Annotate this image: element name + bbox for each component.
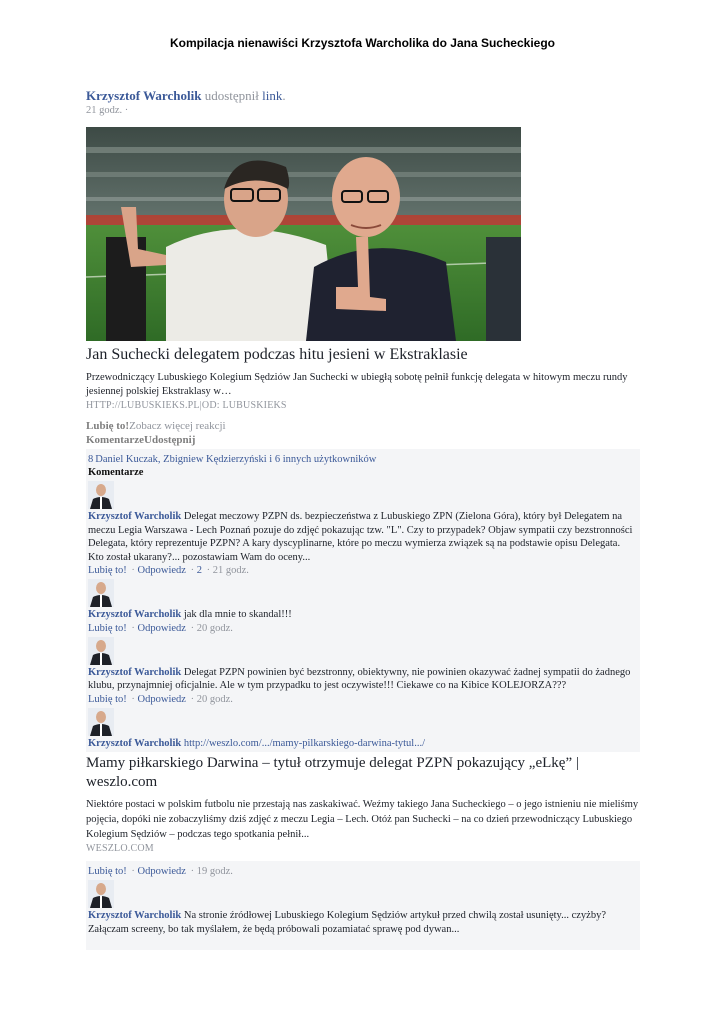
post-actions: Lubię to!Zobacz więcej reakcji [86, 420, 640, 433]
link-preview-title[interactable]: Mamy piłkarskiego Darwina – tytuł otrzym… [86, 754, 640, 792]
comment-reply-link[interactable]: Odpowiedz [138, 623, 186, 634]
avatar[interactable] [88, 880, 114, 908]
comment-time[interactable]: 19 godz. [197, 866, 233, 877]
comment-item: Krzysztof Warcholik http://weszlo.com/..… [88, 707, 638, 751]
comment-like-link[interactable]: Lubię to! [88, 623, 127, 634]
comments-heading: Komentarze [88, 467, 144, 478]
shared-link-headline[interactable]: Jan Suchecki delegatem podczas hitu jesi… [86, 345, 640, 365]
shared-link-source[interactable]: HTTP://LUBUSKIEKS.PL|OD: LUBUSKIEKS [86, 399, 640, 412]
like-button[interactable]: Lubię to! [86, 420, 129, 432]
comment-body: Krzysztof Warcholik Delegat meczowy PZPN… [88, 510, 638, 564]
post-header: Krzysztof Warcholik udostępnił link. [86, 88, 640, 104]
comment-author[interactable]: Krzysztof Warcholik [88, 667, 181, 678]
comment-reply-link[interactable]: Odpowiedz [138, 565, 186, 576]
comment-reply-link[interactable]: Odpowiedz [138, 694, 186, 705]
comment-item: Krzysztof Warcholik Na stronie źródłowej… [88, 880, 638, 936]
avatar[interactable] [88, 636, 114, 665]
comment-time[interactable]: 20 godz. [197, 694, 233, 705]
comments-continued: Lubię to! · Odpowiedz · 19 godz. Krzyszt… [86, 861, 640, 950]
comment-like-link[interactable]: Lubię to! [88, 866, 127, 877]
comment-meta: Lubię to! · Odpowiedz · 20 godz. [88, 693, 233, 705]
comment-author[interactable]: Krzysztof Warcholik [88, 738, 181, 749]
comment-body: Krzysztof Warcholik http://weszlo.com/..… [88, 737, 638, 751]
avatar[interactable] [88, 481, 114, 509]
comment-author[interactable]: Krzysztof Warcholik [88, 609, 181, 620]
comment-body: Krzysztof Warcholik jak dla mnie to skan… [88, 608, 638, 622]
post-author[interactable]: Krzysztof Warcholik [86, 88, 201, 103]
comment-time[interactable]: 20 godz. [197, 623, 233, 634]
comment-likes-count[interactable]: 2 [197, 565, 202, 576]
link-preview[interactable]: Mamy piłkarskiego Darwina – tytuł otrzym… [86, 754, 640, 857]
comment-meta: Lubię to! · Odpowiedz · 20 godz. [88, 622, 233, 634]
shared-link-description: Przewodniczący Lubuskiego Kolegium Sędzi… [86, 372, 628, 397]
comment-url-link[interactable]: http://weszlo.com/.../mamy-pilkarskiego-… [184, 738, 425, 749]
avatar[interactable] [88, 707, 114, 736]
comment-author[interactable]: Krzysztof Warcholik [88, 910, 181, 921]
comment-body: Krzysztof Warcholik Na stronie źródłowej… [88, 909, 638, 936]
reactions-names[interactable]: Daniel Kuczak, Zbigniew Kędzierzyński i … [95, 454, 376, 465]
comment-body: Krzysztof Warcholik Delegat PZPN powinie… [88, 666, 638, 693]
link-preview-source[interactable]: WESZLO.COM [86, 842, 640, 855]
comment-author[interactable]: Krzysztof Warcholik [88, 511, 181, 522]
post-photo[interactable] [86, 127, 521, 341]
comment-item: Krzysztof Warcholik Delegat meczowy PZPN… [88, 481, 638, 577]
link-preview-description: Niektóre postaci w polskim futbolu nie p… [86, 799, 639, 840]
comment-meta: Lubię to! · Odpowiedz · 19 godz. [88, 866, 233, 877]
document-title: Kompilacja nienawiści Krzysztofa Warchol… [169, 36, 555, 50]
comment-text: jak dla mnie to skandal!!! [183, 609, 292, 620]
comment-like-link[interactable]: Lubię to! [88, 694, 127, 705]
reactions-count: 8 [88, 454, 94, 465]
comment-item: Krzysztof Warcholik jak dla mnie to skan… [88, 579, 638, 635]
comment-reply-link[interactable]: Odpowiedz [138, 866, 186, 877]
post-timestamp[interactable]: 21 godz. · [86, 104, 640, 117]
post-link-word[interactable]: link [262, 88, 282, 103]
comment-like-link[interactable]: Lubię to! [88, 565, 127, 576]
post-action: udostępnił [204, 88, 259, 103]
avatar[interactable] [88, 579, 114, 607]
facebook-post: Krzysztof Warcholik udostępnił link. 21 … [86, 88, 640, 950]
reactions-summary[interactable]: 8 Daniel Kuczak, Zbigniew Kędzierzyński i… [88, 453, 638, 466]
stadium-photo-image [86, 127, 521, 341]
comment-share-buttons[interactable]: KomentarzeUdostępnij [86, 433, 640, 447]
see-more-reactions-link[interactable]: Zobacz więcej reakcji [129, 420, 226, 432]
comment-time[interactable]: 21 godz. [213, 565, 249, 576]
comment-item: Krzysztof Warcholik Delegat PZPN powinie… [88, 636, 638, 706]
reactions-and-comments: 8 Daniel Kuczak, Zbigniew Kędzierzyński i… [86, 449, 640, 752]
comment-meta: Lubię to! · Odpowiedz · 2 · 21 godz. [88, 565, 249, 576]
post-period: . [282, 88, 286, 103]
